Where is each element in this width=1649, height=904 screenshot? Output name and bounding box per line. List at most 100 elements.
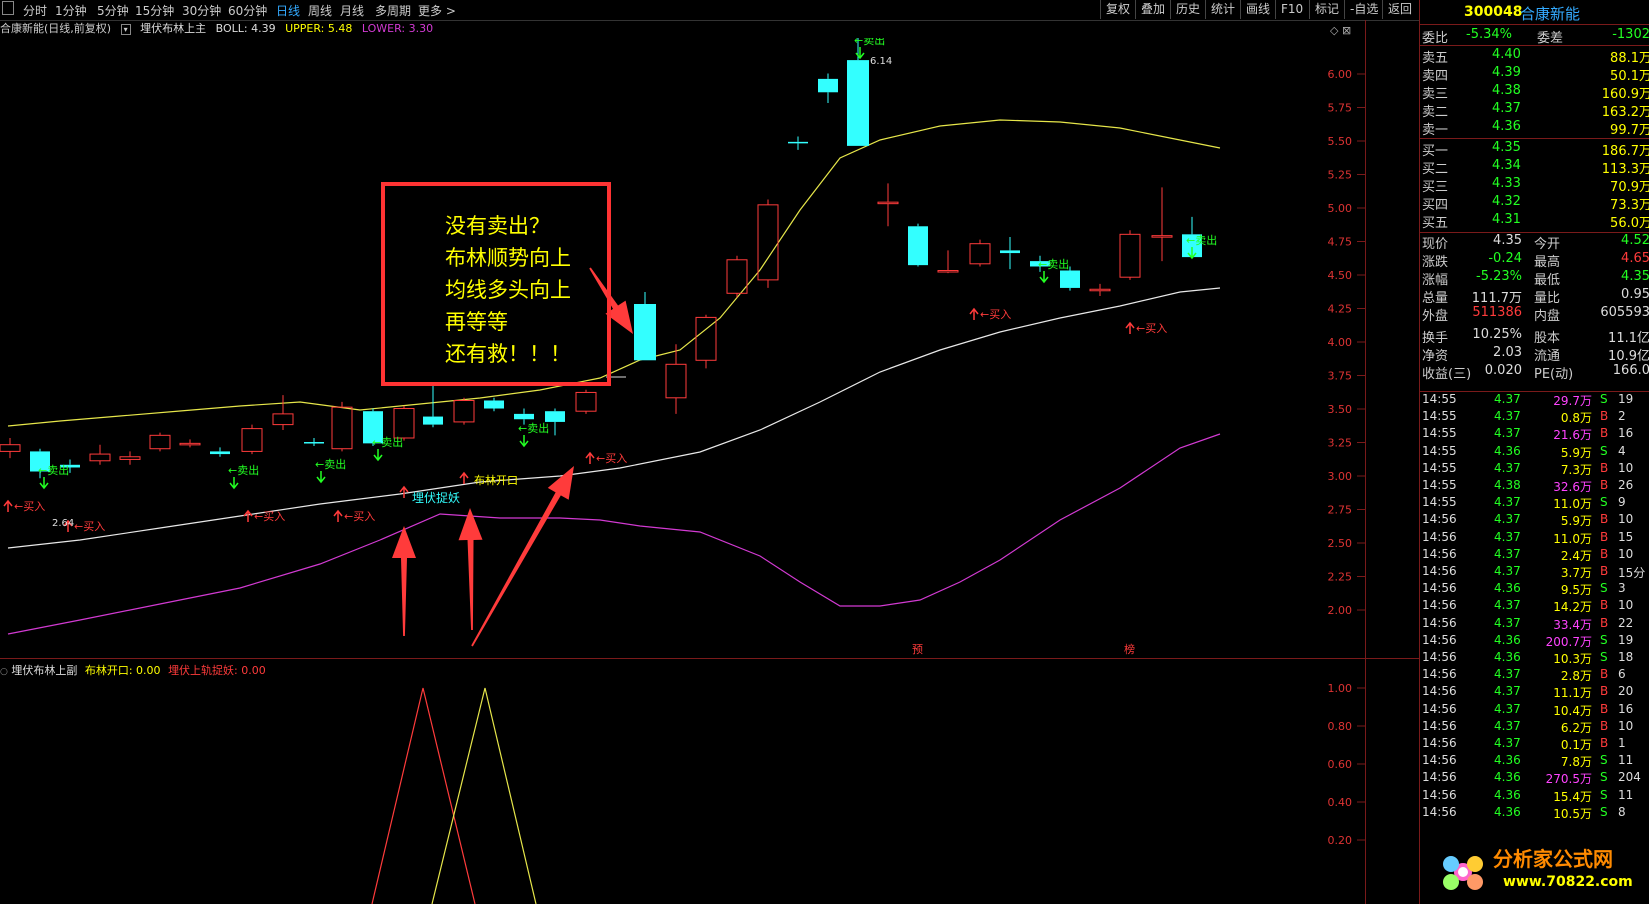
period-tab-30min[interactable]: 30分钟 bbox=[182, 2, 221, 19]
f10-button[interactable]: F10 bbox=[1275, 0, 1308, 19]
stat-value: 2.03 bbox=[1493, 345, 1522, 360]
y-tick-label: 0.20 bbox=[1328, 834, 1353, 847]
stat-value: 166.0 bbox=[1612, 363, 1649, 378]
level-volume: 88.1万 bbox=[1610, 51, 1649, 66]
y-tick-label: 6.00 bbox=[1328, 68, 1353, 81]
tick-price: 4.37 bbox=[1494, 392, 1521, 406]
y-tick-label: 3.25 bbox=[1328, 437, 1353, 450]
period-tab-60min[interactable]: 60分钟 bbox=[228, 2, 267, 19]
annotation-line-4: 再等等 bbox=[445, 310, 508, 334]
main-indicator-title: 合康新能(日线,前复权) ▾ 埋伏布林上主 BOLL: 4.39 UPPER: … bbox=[0, 20, 1420, 38]
stock-name[interactable]: 合康新能 bbox=[1520, 3, 1580, 24]
bid-level-row[interactable]: 买三 4.33 70.9万 bbox=[1422, 176, 1649, 195]
ask-level-row[interactable]: 卖二 4.37 163.2万 bbox=[1422, 101, 1649, 120]
indicator-name[interactable]: 埋伏布林上主 bbox=[140, 22, 206, 35]
tick-time: 14:55 bbox=[1422, 392, 1457, 406]
buy-signal-label: ←买入 bbox=[344, 510, 375, 523]
period-tab-more[interactable]: 更多 > bbox=[418, 2, 456, 19]
sell-arrow-icon bbox=[519, 435, 529, 448]
tick-row: 14:55 4.37 7.3万 B 10 bbox=[1422, 461, 1649, 478]
tick-count: 10 bbox=[1618, 460, 1634, 475]
period-tab-1min[interactable]: 1分钟 bbox=[55, 2, 87, 19]
mark-button[interactable]: 标记 bbox=[1309, 0, 1344, 19]
candle bbox=[179, 439, 201, 448]
tick-volume: 11.0万 bbox=[1553, 531, 1592, 546]
candle-body-up bbox=[393, 408, 415, 439]
stat-label: 流通 bbox=[1534, 349, 1561, 364]
ambush-label: 埋伏捉妖 bbox=[412, 490, 460, 505]
candle bbox=[89, 444, 111, 465]
period-tab-weekly[interactable]: 周线 bbox=[308, 2, 332, 19]
buy-arrow-icon bbox=[1125, 321, 1135, 334]
ask-level-row[interactable]: 卖四 4.39 50.1万 bbox=[1422, 65, 1649, 84]
sell-arrow-icon bbox=[1039, 271, 1049, 284]
tick-price: 4.37 bbox=[1494, 512, 1521, 527]
quote-panel: 300048 合康新能 委比 -5.34% 委差 -1302 卖五 4.40 8… bbox=[1419, 0, 1649, 904]
tick-count: 11 bbox=[1618, 787, 1634, 802]
sub-chart[interactable]: 1.00 0.80 0.60 0.40 0.20 bbox=[0, 660, 1420, 904]
kline-chart[interactable]: 6.00 5.75 5.50 5.25 5.00 4.75 4.50 4.25 4.00 3.75… bbox=[0, 38, 1420, 658]
period-tab-15min[interactable]: 15分钟 bbox=[135, 2, 174, 19]
tick-volume: 0.8万 bbox=[1560, 411, 1592, 426]
period-tab-monthly[interactable]: 月线 bbox=[340, 2, 364, 19]
draw-line-button[interactable]: 画线 bbox=[1240, 0, 1275, 19]
tick-time: 14:55 bbox=[1422, 478, 1457, 492]
tick-side: B bbox=[1600, 684, 1609, 699]
level-label: 买二 bbox=[1422, 162, 1449, 177]
stat-label: 最低 bbox=[1534, 273, 1561, 288]
fuquan-button[interactable]: 复权 bbox=[1100, 0, 1135, 19]
level-volume: 56.0万 bbox=[1610, 216, 1649, 231]
tick-volume: 2.8万 bbox=[1560, 669, 1592, 684]
tick-row: 14:56 4.37 2.4万 B 10 bbox=[1422, 547, 1649, 564]
history-button[interactable]: 历史 bbox=[1170, 0, 1205, 19]
y-tick-label: 3.50 bbox=[1328, 403, 1353, 416]
candle-body-down bbox=[634, 304, 656, 361]
candle bbox=[788, 136, 808, 150]
overlay-button[interactable]: 叠加 bbox=[1135, 0, 1170, 19]
tick-row: 14:55 4.37 29.7万 S 19 bbox=[1422, 392, 1649, 409]
stat-row: 涨跌 -0.24 最高 4.65 bbox=[1422, 251, 1649, 270]
sell-signal-label: ←卖出 bbox=[854, 38, 885, 47]
y-tick-label: 2.00 bbox=[1328, 604, 1353, 617]
candle bbox=[575, 389, 597, 414]
tick-time: 14:56 bbox=[1422, 650, 1457, 664]
tick-count: 204 bbox=[1618, 770, 1641, 785]
stat-value: 10.25% bbox=[1472, 327, 1522, 342]
stat-value: 4.35 bbox=[1621, 269, 1649, 284]
window-menu-icon[interactable] bbox=[2, 1, 14, 15]
stats-button[interactable]: 统计 bbox=[1205, 0, 1240, 19]
add-favorite-button[interactable]: -自选 bbox=[1344, 0, 1383, 19]
weicha-label: 委差 bbox=[1537, 31, 1564, 46]
candle-body-down bbox=[545, 411, 565, 422]
period-tab-daily[interactable]: 日线 bbox=[276, 2, 300, 19]
buy-signal-label: ←买入 bbox=[74, 520, 105, 533]
y-tick-label: 0.80 bbox=[1328, 720, 1353, 733]
bid-level-row[interactable]: 买二 4.34 113.3万 bbox=[1422, 158, 1649, 177]
buy-signal-label: ←买入 bbox=[980, 308, 1011, 321]
ask-level-row[interactable]: 卖一 4.36 99.7万 bbox=[1422, 119, 1649, 138]
tick-count: 2 bbox=[1618, 409, 1626, 424]
candle bbox=[937, 250, 959, 274]
period-tab-multi[interactable]: 多周期 bbox=[375, 2, 411, 19]
tick-side: B bbox=[1600, 512, 1609, 527]
y-tick-label: 4.25 bbox=[1328, 303, 1353, 316]
lower-value: LOWER: 3.30 bbox=[361, 22, 434, 35]
period-tab-fenshi[interactable]: 分时 bbox=[23, 2, 47, 19]
candle-body-up bbox=[969, 243, 991, 265]
stat-row: 收益(三) 0.020 PE(动) 166.0 bbox=[1422, 363, 1649, 382]
ask-level-row[interactable]: 卖五 4.40 88.1万 bbox=[1422, 47, 1649, 66]
bid-level-row[interactable]: 买一 4.35 186.7万 bbox=[1422, 140, 1649, 159]
rank-marker: 榜 bbox=[1124, 642, 1135, 656]
level-price: 4.34 bbox=[1492, 158, 1521, 173]
ask-level-row[interactable]: 卖三 4.38 160.9万 bbox=[1422, 83, 1649, 102]
low-price-label: 2.64 bbox=[52, 518, 74, 529]
candle bbox=[757, 199, 779, 288]
back-button[interactable]: 返回 bbox=[1382, 0, 1417, 19]
bid-level-row[interactable]: 买四 4.32 73.3万 bbox=[1422, 194, 1649, 213]
stat-label: 换手 bbox=[1422, 331, 1449, 346]
period-tab-5min[interactable]: 5分钟 bbox=[97, 2, 129, 19]
dropdown-icon[interactable]: ▾ bbox=[120, 24, 131, 35]
panel-controls-icon[interactable]: ◇ ⊠ bbox=[1330, 24, 1351, 37]
candle bbox=[695, 314, 717, 369]
bid-level-row[interactable]: 买五 4.31 56.0万 bbox=[1422, 212, 1649, 231]
